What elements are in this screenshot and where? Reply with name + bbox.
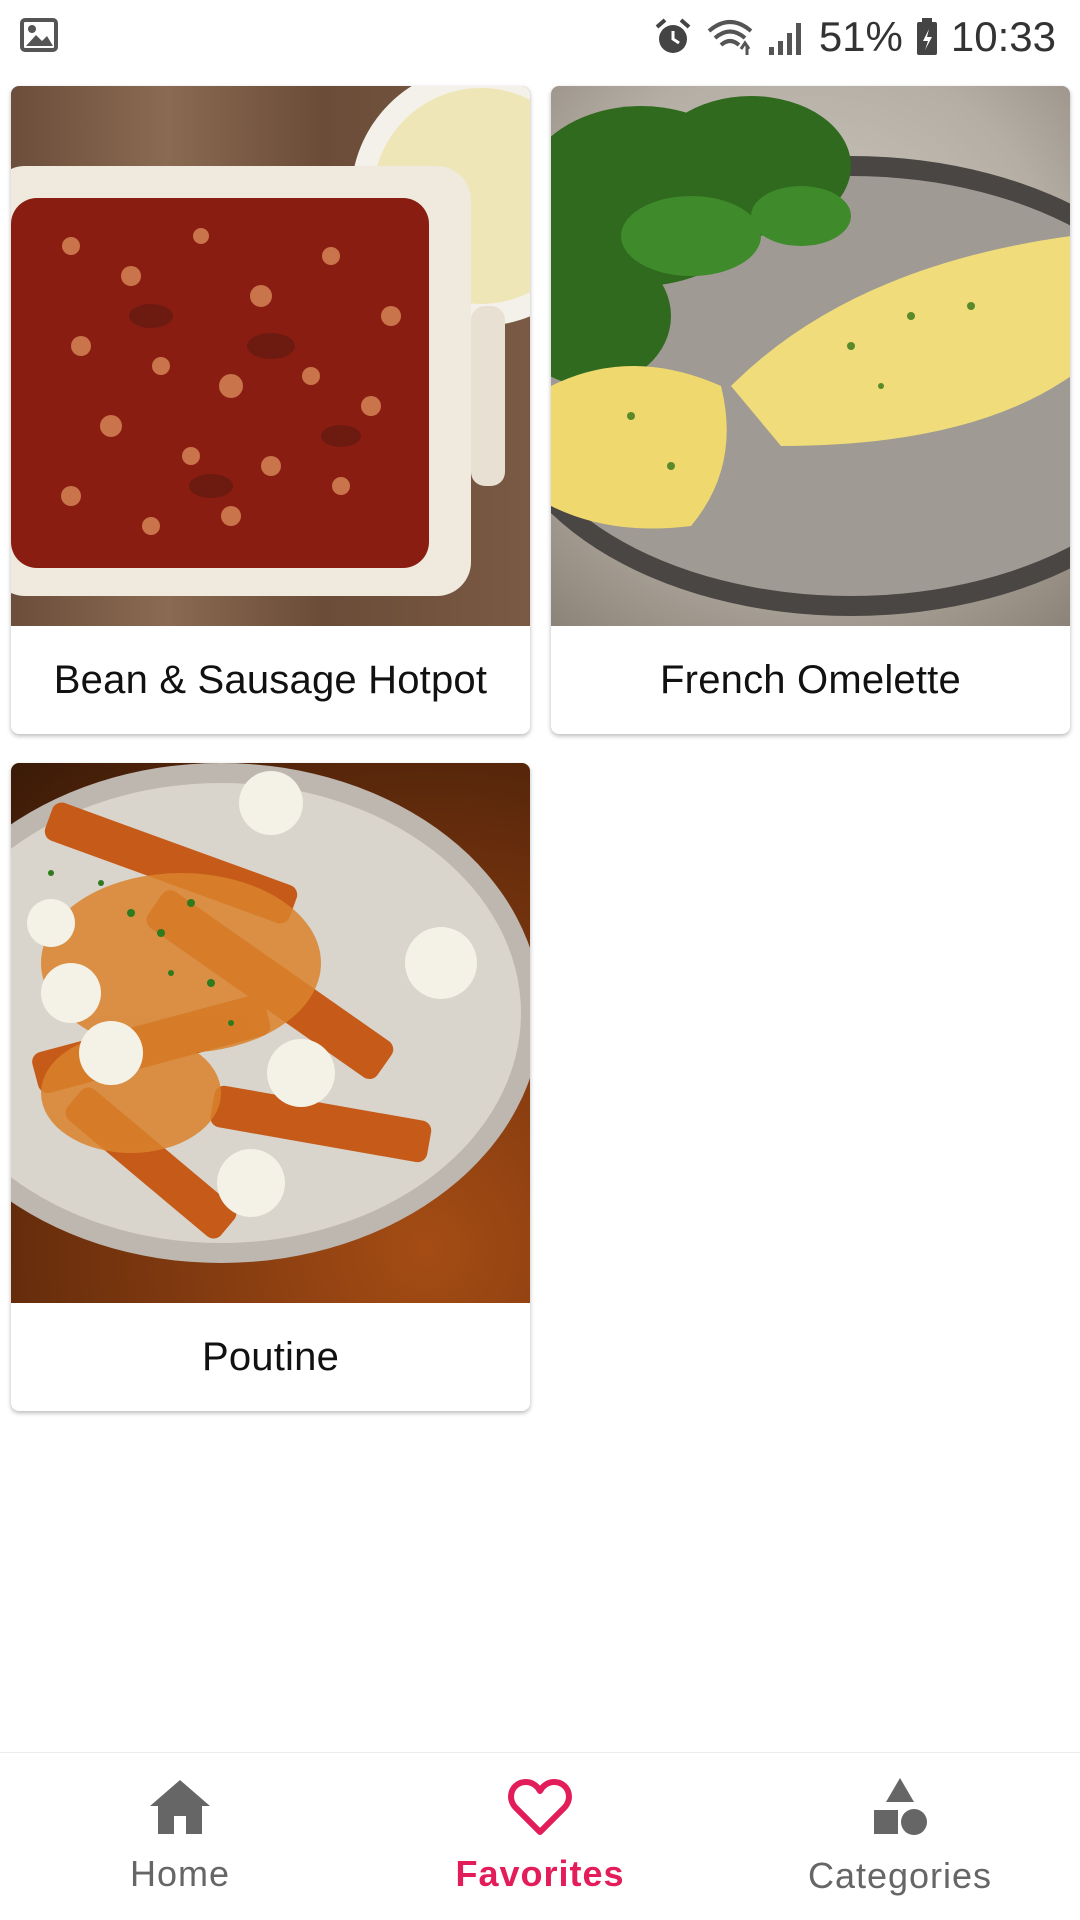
alarm-icon [653,17,693,57]
home-icon [148,1778,212,1845]
recipe-title: Bean & Sausage Hotpot [53,657,488,702]
nav-favorites[interactable]: Favorites [390,1778,690,1895]
recipe-title: French Omelette [660,657,961,702]
recipe-card-bean-sausage-hotpot[interactable]: Bean & Sausage Hotpot [11,86,530,734]
battery-percent: 51% [818,13,903,60]
nav-categories-label: Categories [807,1855,993,1896]
nav-home[interactable]: Home [30,1778,330,1895]
heart-icon [508,1778,572,1845]
nav-home-label: Home [129,1853,231,1894]
nav-categories[interactable]: Categories [750,1776,1050,1897]
recipe-image [11,86,530,626]
gallery-icon [20,17,58,57]
recipe-image [11,763,530,1303]
wifi-icon [705,17,755,57]
battery-icon [915,17,939,57]
clock: 10:33 [950,13,1056,60]
recipe-card-french-omelette[interactable]: French Omelette [551,86,1070,734]
shapes-icon [868,1776,932,1847]
recipe-title: Poutine [201,1334,340,1379]
signal-icon [767,17,807,57]
status-bar: 51% 10:33 [0,0,1080,74]
bottom-navigation: Home Favorites Categories [0,1752,1080,1920]
recipe-card-poutine[interactable]: Poutine [11,763,530,1411]
recipe-image [551,86,1070,626]
nav-favorites-label: Favorites [455,1853,625,1894]
